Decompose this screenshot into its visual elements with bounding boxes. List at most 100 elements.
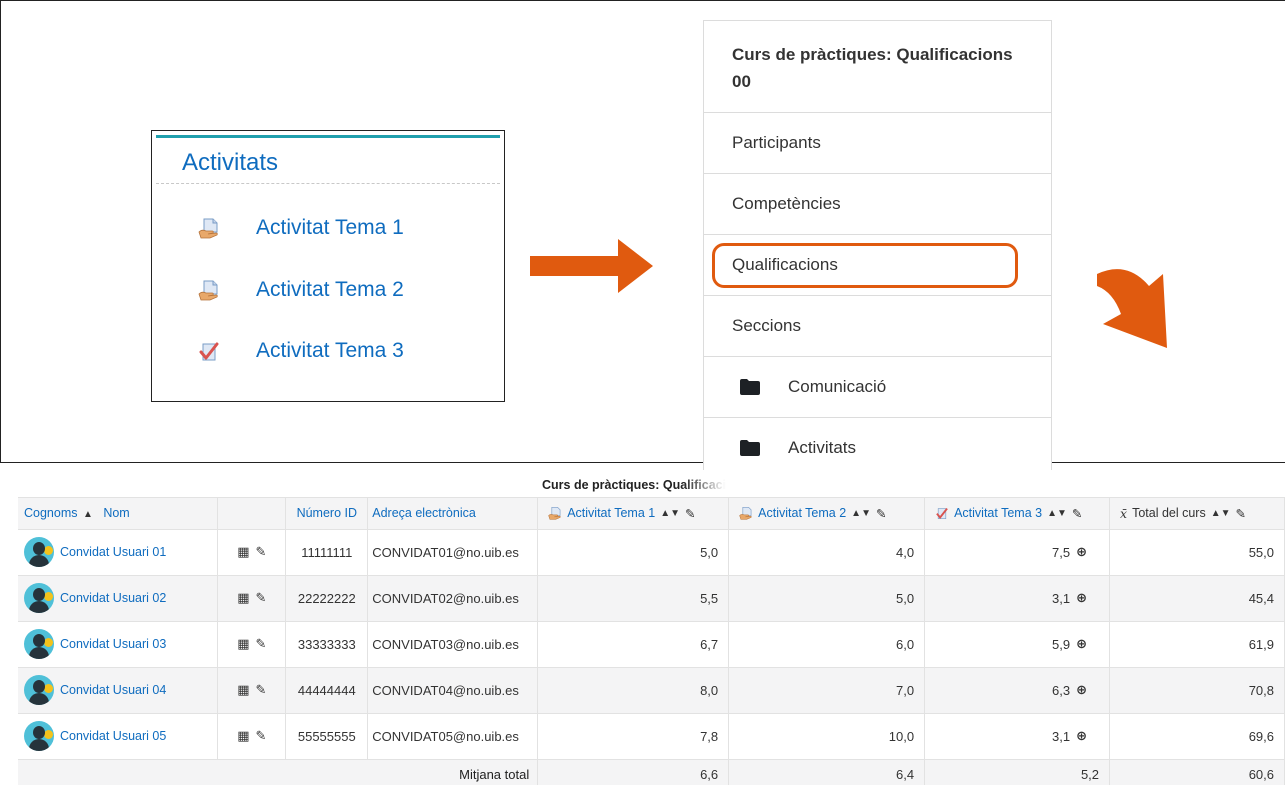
user-report-grid-icon[interactable]: ▦ [237, 544, 249, 560]
assignment-hand-icon [198, 218, 218, 239]
user-report-grid-icon[interactable]: ▦ [237, 728, 249, 744]
sort-icon[interactable]: ▲▼ [660, 508, 680, 519]
edit-pencil-icon[interactable]: ✎ [876, 506, 886, 521]
user-name-link[interactable]: Convidat Usuari 01 [60, 545, 166, 559]
course-menu-title: Curs de pràctiques: Qualificacions 00 [704, 21, 1051, 113]
sort-up-icon: ▲ [82, 509, 93, 521]
activity-link-1[interactable]: Activitat Tema 1 [198, 213, 404, 243]
header-user: Cognoms ▲ Nom [18, 498, 219, 530]
grade-cell-quiz[interactable]: 3,1 ⊕ [924, 713, 1111, 760]
grade-cell-quiz[interactable]: 5,9 ⊕ [924, 621, 1111, 668]
user-cell: Convidat Usuari 02 [18, 575, 219, 622]
avatar[interactable] [24, 675, 54, 705]
email-cell: CONVIDAT04@no.uib.es [367, 667, 539, 714]
user-cell: Convidat Usuari 03 [18, 621, 219, 668]
grade-cell[interactable]: 5,0 [537, 529, 730, 576]
grade-cell[interactable]: 8,0 [537, 667, 730, 714]
edit-pencil-icon[interactable]: ✎ [256, 544, 267, 560]
sort-icon[interactable]: ▲▼ [851, 508, 871, 519]
zoom-in-icon[interactable]: ⊕ [1076, 590, 1087, 606]
user-cell: Convidat Usuari 05 [18, 713, 219, 760]
activity-1-column-link[interactable]: Activitat Tema 1 [567, 506, 655, 520]
frame-line-top [0, 0, 1285, 1]
sort-icon[interactable]: ▲▼ [1211, 508, 1231, 519]
menu-item-competencies[interactable]: Competències [704, 174, 1051, 235]
table-row: Convidat Usuari 05 ▦ ✎ 55555555 CONVIDAT0… [18, 713, 1285, 760]
course-navigation-menu: Curs de pràctiques: Qualificacions 00 Pa… [703, 20, 1052, 480]
edit-pencil-icon[interactable]: ✎ [256, 682, 267, 698]
user-report-grid-icon[interactable]: ▦ [237, 682, 249, 698]
quiz-check-icon [199, 342, 219, 361]
menu-item-sections[interactable]: Seccions [704, 296, 1051, 357]
grade-cell[interactable]: 4,0 [728, 529, 926, 576]
edit-pencil-icon[interactable]: ✎ [256, 590, 267, 606]
course-total-column-label: Total del curs [1132, 506, 1206, 521]
block-accent-bar [156, 135, 500, 138]
assignment-hand-icon [548, 507, 561, 520]
zoom-in-icon[interactable]: ⊕ [1076, 682, 1087, 698]
activity-3-column-link[interactable]: Activitat Tema 3 [954, 506, 1042, 520]
edit-pencil-icon[interactable]: ✎ [685, 506, 695, 521]
activity-link-2[interactable]: Activitat Tema 2 [198, 275, 404, 305]
sort-name-link[interactable]: Nom [103, 506, 129, 520]
avatar[interactable] [24, 583, 54, 613]
activity-link-label: Activitat Tema 2 [256, 278, 404, 301]
edit-pencil-icon[interactable]: ✎ [256, 636, 267, 652]
zoom-in-icon[interactable]: ⊕ [1076, 636, 1087, 652]
grade-cell[interactable]: 6,7 [537, 621, 730, 668]
grade-cell[interactable]: 6,0 [728, 621, 926, 668]
user-name-link[interactable]: Convidat Usuari 05 [60, 729, 166, 743]
grade-cell[interactable]: 7,0 [728, 667, 926, 714]
header-email[interactable]: Adreça electrònica [367, 498, 539, 530]
user-name-link[interactable]: Convidat Usuari 04 [60, 683, 166, 697]
table-header-row: Cognoms ▲ Nom Número ID Adreça electròni… [18, 498, 1285, 530]
sort-surname-link[interactable]: Cognoms [24, 506, 78, 520]
edit-pencil-icon[interactable]: ✎ [1072, 506, 1082, 521]
user-report-grid-icon[interactable]: ▦ [237, 636, 249, 652]
zoom-in-icon[interactable]: ⊕ [1076, 544, 1087, 560]
user-tools-cell: ▦ ✎ [217, 667, 287, 714]
id-number-cell: 55555555 [285, 713, 369, 760]
grade-cell[interactable]: 5,0 [728, 575, 926, 622]
menu-item-grades[interactable]: Qualificacions [704, 235, 1051, 296]
total-cell: 70,8 [1109, 667, 1285, 714]
header-id-number[interactable]: Número ID [285, 498, 369, 530]
avatar[interactable] [24, 721, 54, 751]
user-name-link[interactable]: Convidat Usuari 02 [60, 591, 166, 605]
grade-cell[interactable]: 7,8 [537, 713, 730, 760]
user-name-link[interactable]: Convidat Usuari 03 [60, 637, 166, 651]
grades-table: Cognoms ▲ Nom Número ID Adreça electròni… [18, 498, 1285, 785]
mean-x-bar-icon: x̄ [1120, 505, 1128, 521]
frame-line-mid-right [1052, 462, 1285, 463]
table-row: Convidat Usuari 04 ▦ ✎ 44444444 CONVIDAT0… [18, 667, 1285, 714]
activities-block-title: Activitats [182, 149, 279, 176]
user-tools-cell: ▦ ✎ [217, 713, 287, 760]
table-row: Convidat Usuari 02 ▦ ✎ 22222222 CONVIDAT0… [18, 575, 1285, 622]
table-row: Convidat Usuari 03 ▦ ✎ 33333333 CONVIDAT0… [18, 621, 1285, 668]
header-activity-3: Activitat Tema 3 ▲▼ ✎ [924, 498, 1111, 530]
grade-cell[interactable]: 10,0 [728, 713, 926, 760]
menu-item-section-communication[interactable]: Comunicació [704, 357, 1051, 418]
frame-line-left [0, 0, 1, 462]
grade-cell-quiz[interactable]: 3,1 ⊕ [924, 575, 1111, 622]
user-cell: Convidat Usuari 01 [18, 529, 219, 576]
avatar[interactable] [24, 537, 54, 567]
zoom-in-icon[interactable]: ⊕ [1076, 728, 1087, 744]
edit-pencil-icon[interactable]: ✎ [256, 728, 267, 744]
total-cell: 61,9 [1109, 621, 1285, 668]
avatar[interactable] [24, 629, 54, 659]
header-activity-1: Activitat Tema 1 ▲▼ ✎ [537, 498, 730, 530]
title-occlusion [683, 474, 733, 496]
activity-2-column-link[interactable]: Activitat Tema 2 [758, 506, 846, 520]
activity-link-3[interactable]: Activitat Tema 3 [198, 336, 404, 366]
edit-pencil-icon[interactable]: ✎ [1236, 506, 1246, 521]
grade-cell-quiz[interactable]: 6,3 ⊕ [924, 667, 1111, 714]
user-tools-cell: ▦ ✎ [217, 575, 287, 622]
activity-link-label: Activitat Tema 1 [256, 216, 404, 239]
activities-block: Activitats Activitat Tema 1 Activitat Te… [151, 130, 505, 402]
grade-cell-quiz[interactable]: 7,5 ⊕ [924, 529, 1111, 576]
user-report-grid-icon[interactable]: ▦ [237, 590, 249, 606]
sort-icon[interactable]: ▲▼ [1047, 508, 1067, 519]
menu-item-participants[interactable]: Participants [704, 113, 1051, 174]
grade-cell[interactable]: 5,5 [537, 575, 730, 622]
